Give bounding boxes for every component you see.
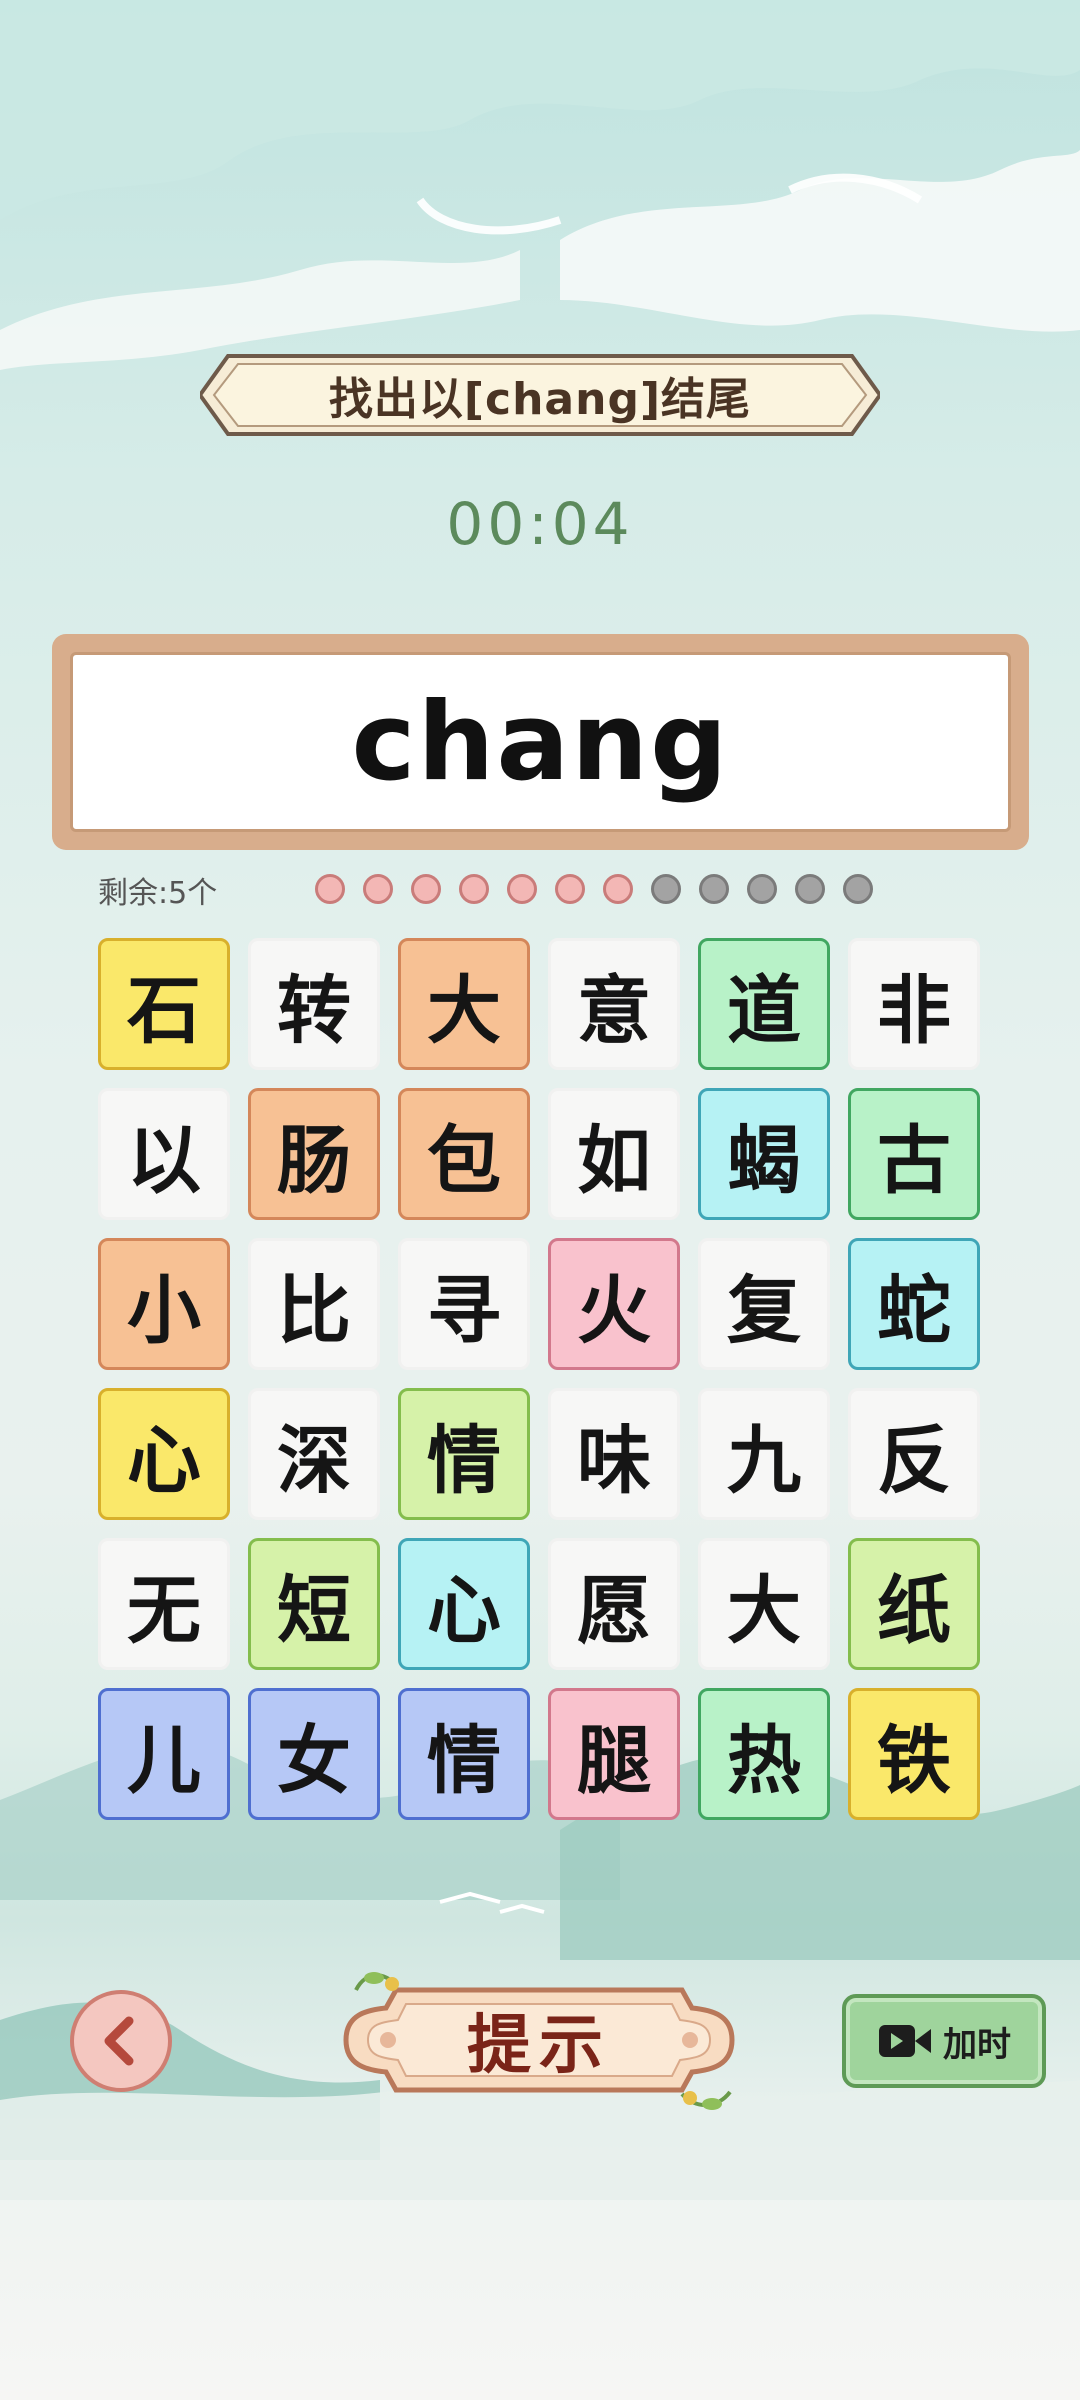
target-word: chang: [351, 679, 730, 805]
progress-dot: [603, 874, 633, 904]
character-tile[interactable]: 短: [248, 1538, 380, 1670]
progress-dots: [315, 874, 873, 904]
character-tile[interactable]: 愿: [548, 1538, 680, 1670]
character-tile[interactable]: 无: [98, 1538, 230, 1670]
add-time-label: 加时: [943, 2024, 1011, 2065]
character-tile[interactable]: 铁: [848, 1688, 980, 1820]
character-tile[interactable]: 意: [548, 938, 680, 1070]
character-tile[interactable]: 蛇: [848, 1238, 980, 1370]
prompt-text: 找出以[chang]结尾: [328, 374, 752, 425]
character-tile[interactable]: 腿: [548, 1688, 680, 1820]
character-tile[interactable]: 石: [98, 938, 230, 1070]
back-arrow-icon: [104, 2016, 134, 2066]
character-tile[interactable]: 热: [698, 1688, 830, 1820]
progress-dot: [507, 874, 537, 904]
progress-dot: [459, 874, 489, 904]
prompt-banner: 找出以[chang]结尾: [200, 348, 880, 442]
character-tile[interactable]: 以: [98, 1088, 230, 1220]
character-tile[interactable]: 道: [698, 938, 830, 1070]
progress-dot: [651, 874, 681, 904]
character-tile[interactable]: 火: [548, 1238, 680, 1370]
character-tile[interactable]: 情: [398, 1388, 530, 1520]
video-camera-icon: [879, 2025, 931, 2057]
hint-button[interactable]: 提示: [326, 1960, 752, 2120]
progress-dot: [555, 874, 585, 904]
character-tile[interactable]: 包: [398, 1088, 530, 1220]
progress-dot: [699, 874, 729, 904]
character-tile[interactable]: 深: [248, 1388, 380, 1520]
character-tile[interactable]: 九: [698, 1388, 830, 1520]
character-tile[interactable]: 心: [398, 1538, 530, 1670]
character-tile[interactable]: 反: [848, 1388, 980, 1520]
progress-dot: [747, 874, 777, 904]
progress-dot: [363, 874, 393, 904]
character-tile[interactable]: 古: [848, 1088, 980, 1220]
progress-dot: [843, 874, 873, 904]
character-tile[interactable]: 寻: [398, 1238, 530, 1370]
remaining-count: 剩余:5个: [98, 876, 218, 911]
character-tile[interactable]: 大: [398, 938, 530, 1070]
character-tile[interactable]: 小: [98, 1238, 230, 1370]
character-tile[interactable]: 复: [698, 1238, 830, 1370]
target-word-box: chang: [70, 652, 1011, 832]
character-tile[interactable]: 纸: [848, 1538, 980, 1670]
timer: 00:04: [446, 490, 634, 558]
character-tile[interactable]: 非: [848, 938, 980, 1070]
progress-dot: [795, 874, 825, 904]
progress-dot: [411, 874, 441, 904]
progress-dot: [315, 874, 345, 904]
character-tile[interactable]: 心: [98, 1388, 230, 1520]
character-tile[interactable]: 如: [548, 1088, 680, 1220]
character-grid: 石转大意道非以肠包如蝎古小比寻火复蛇心深情味九反无短心愿大纸儿女情腿热铁: [98, 938, 980, 1820]
character-tile[interactable]: 蝎: [698, 1088, 830, 1220]
hint-label: 提示: [467, 2009, 611, 2083]
character-tile[interactable]: 大: [698, 1538, 830, 1670]
back-button[interactable]: [70, 1990, 172, 2092]
character-tile[interactable]: 儿: [98, 1688, 230, 1820]
character-tile[interactable]: 情: [398, 1688, 530, 1820]
character-tile[interactable]: 转: [248, 938, 380, 1070]
character-tile[interactable]: 比: [248, 1238, 380, 1370]
character-tile[interactable]: 肠: [248, 1088, 380, 1220]
character-tile[interactable]: 女: [248, 1688, 380, 1820]
add-time-button[interactable]: 加时: [842, 1994, 1046, 2088]
character-tile[interactable]: 味: [548, 1388, 680, 1520]
